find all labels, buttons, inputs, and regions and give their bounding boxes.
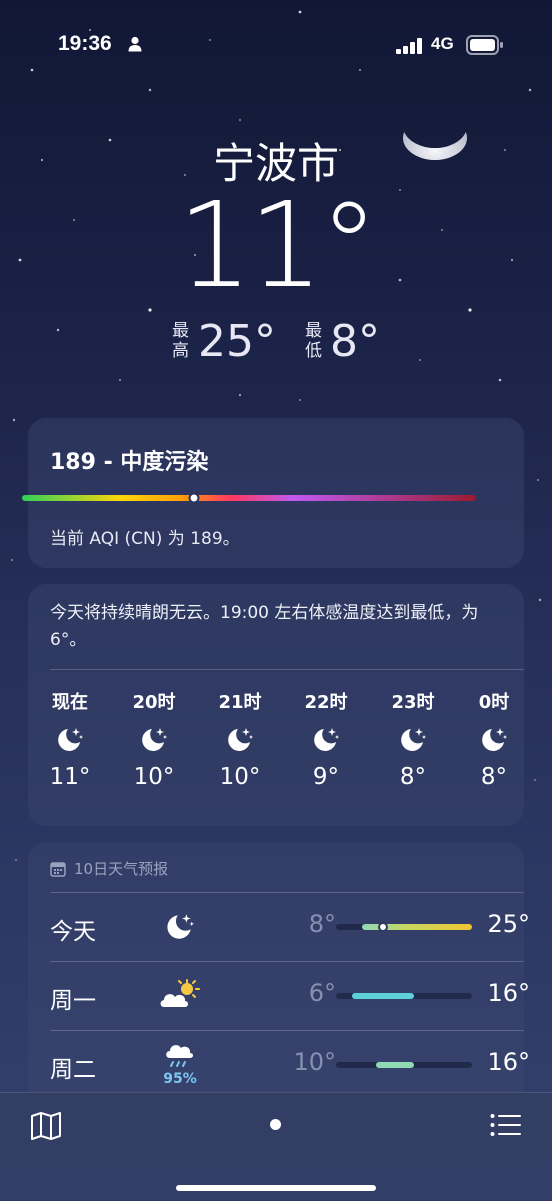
daily-row[interactable]: 周一 6° 16° [50,961,530,1029]
hour-item: 21时 10° [210,688,270,790]
daily-header: 10日天气预报 [50,858,168,879]
low-temp: 8° [330,316,380,367]
high-low-temperature: 最高 25° 最低 8° [0,316,552,372]
moon-stars-icon [154,900,206,952]
hour-item: 23时 8° [383,688,443,790]
day-low-temp: 8° [308,910,336,938]
status-bar: 19:36 4G [0,30,552,62]
divider [50,669,524,670]
day-low-temp: 6° [308,979,336,1007]
hour-label: 23时 [391,692,435,713]
current-temp-dot [378,922,388,932]
home-indicator[interactable] [176,1185,376,1191]
day-high-temp: 16° [487,979,530,1007]
status-time: 19:36 [58,32,112,55]
temperature-range-bar [336,993,472,999]
hourly-forecast-card[interactable]: 今天将持续晴朗无云。19:00 左右体感温度达到最低，为 6°。 现在 11° … [28,584,524,826]
hour-temp: 9° [312,764,340,790]
list-icon[interactable] [490,1113,522,1137]
hour-temp: 8° [480,764,508,790]
hour-temp: 10° [219,764,261,790]
moon-stars-icon [383,714,443,764]
aqi-title: 189 - 中度污染 [50,450,209,475]
temperature-range-bar [336,1062,472,1068]
moon-stars-icon [296,714,356,764]
network-type: 4G [431,34,454,53]
hour-temp: 8° [399,764,427,790]
hourly-summary: 今天将持续晴朗无云。19:00 左右体感温度达到最低，为 6°。 [50,603,479,650]
battery-icon [466,35,503,55]
hour-temp: 11° [49,764,91,790]
daily-row[interactable]: 周二 95% 10° 16° [50,1030,530,1098]
moon-stars-icon [124,714,184,764]
day-low-temp: 10° [293,1048,336,1076]
hour-label: 20时 [132,692,176,713]
divider [50,1030,524,1031]
hour-label: 22时 [304,692,348,713]
aqi-description: 当前 AQI (CN) 为 189。 [50,529,240,549]
divider [50,961,524,962]
aqi-indicator [188,493,200,503]
page-indicator-dot[interactable] [270,1119,281,1130]
map-icon[interactable] [30,1111,62,1141]
moon-stars-icon [210,714,270,764]
bottom-toolbar [0,1092,552,1201]
aqi-scale-bar [22,493,476,503]
day-high-temp: 25° [487,910,530,938]
high-label: 最高 [172,321,189,361]
hour-item: 0时 8° [464,688,524,790]
moon-stars-icon [464,714,524,764]
divider [50,892,524,893]
temperature-range-bar [336,922,472,932]
cellular-signal-icon [396,38,422,54]
day-label: 周二 [50,1057,96,1083]
partly-sunny-icon [154,969,206,1021]
daily-row[interactable]: 今天 8° 25° [50,892,530,960]
day-high-temp: 16° [487,1048,530,1076]
daily-header-label: 10日天气预报 [74,860,169,878]
calendar-icon [50,861,66,877]
day-label: 周一 [50,988,96,1014]
current-temperature: 11° [177,176,378,314]
hour-label: 0时 [478,692,510,713]
hour-label: 21时 [218,692,262,713]
high-temp: 25° [198,316,276,367]
person-icon [128,36,142,52]
moon-stars-icon [40,714,100,764]
day-label: 今天 [50,919,96,945]
rain-icon: 95% [154,1038,206,1090]
hour-item: 22时 9° [296,688,356,790]
hour-label: 现在 [52,692,88,713]
low-label: 最低 [305,321,322,361]
hour-temp: 10° [133,764,175,790]
hour-item: 20时 10° [124,688,184,790]
daily-forecast-card[interactable]: 10日天气预报 今天 8° 25° 周一 6° 16° 周二 95% 10° 1… [28,842,530,1122]
hour-item: 现在 11° [40,688,100,790]
precipitation-chance: 95% [163,1071,197,1087]
